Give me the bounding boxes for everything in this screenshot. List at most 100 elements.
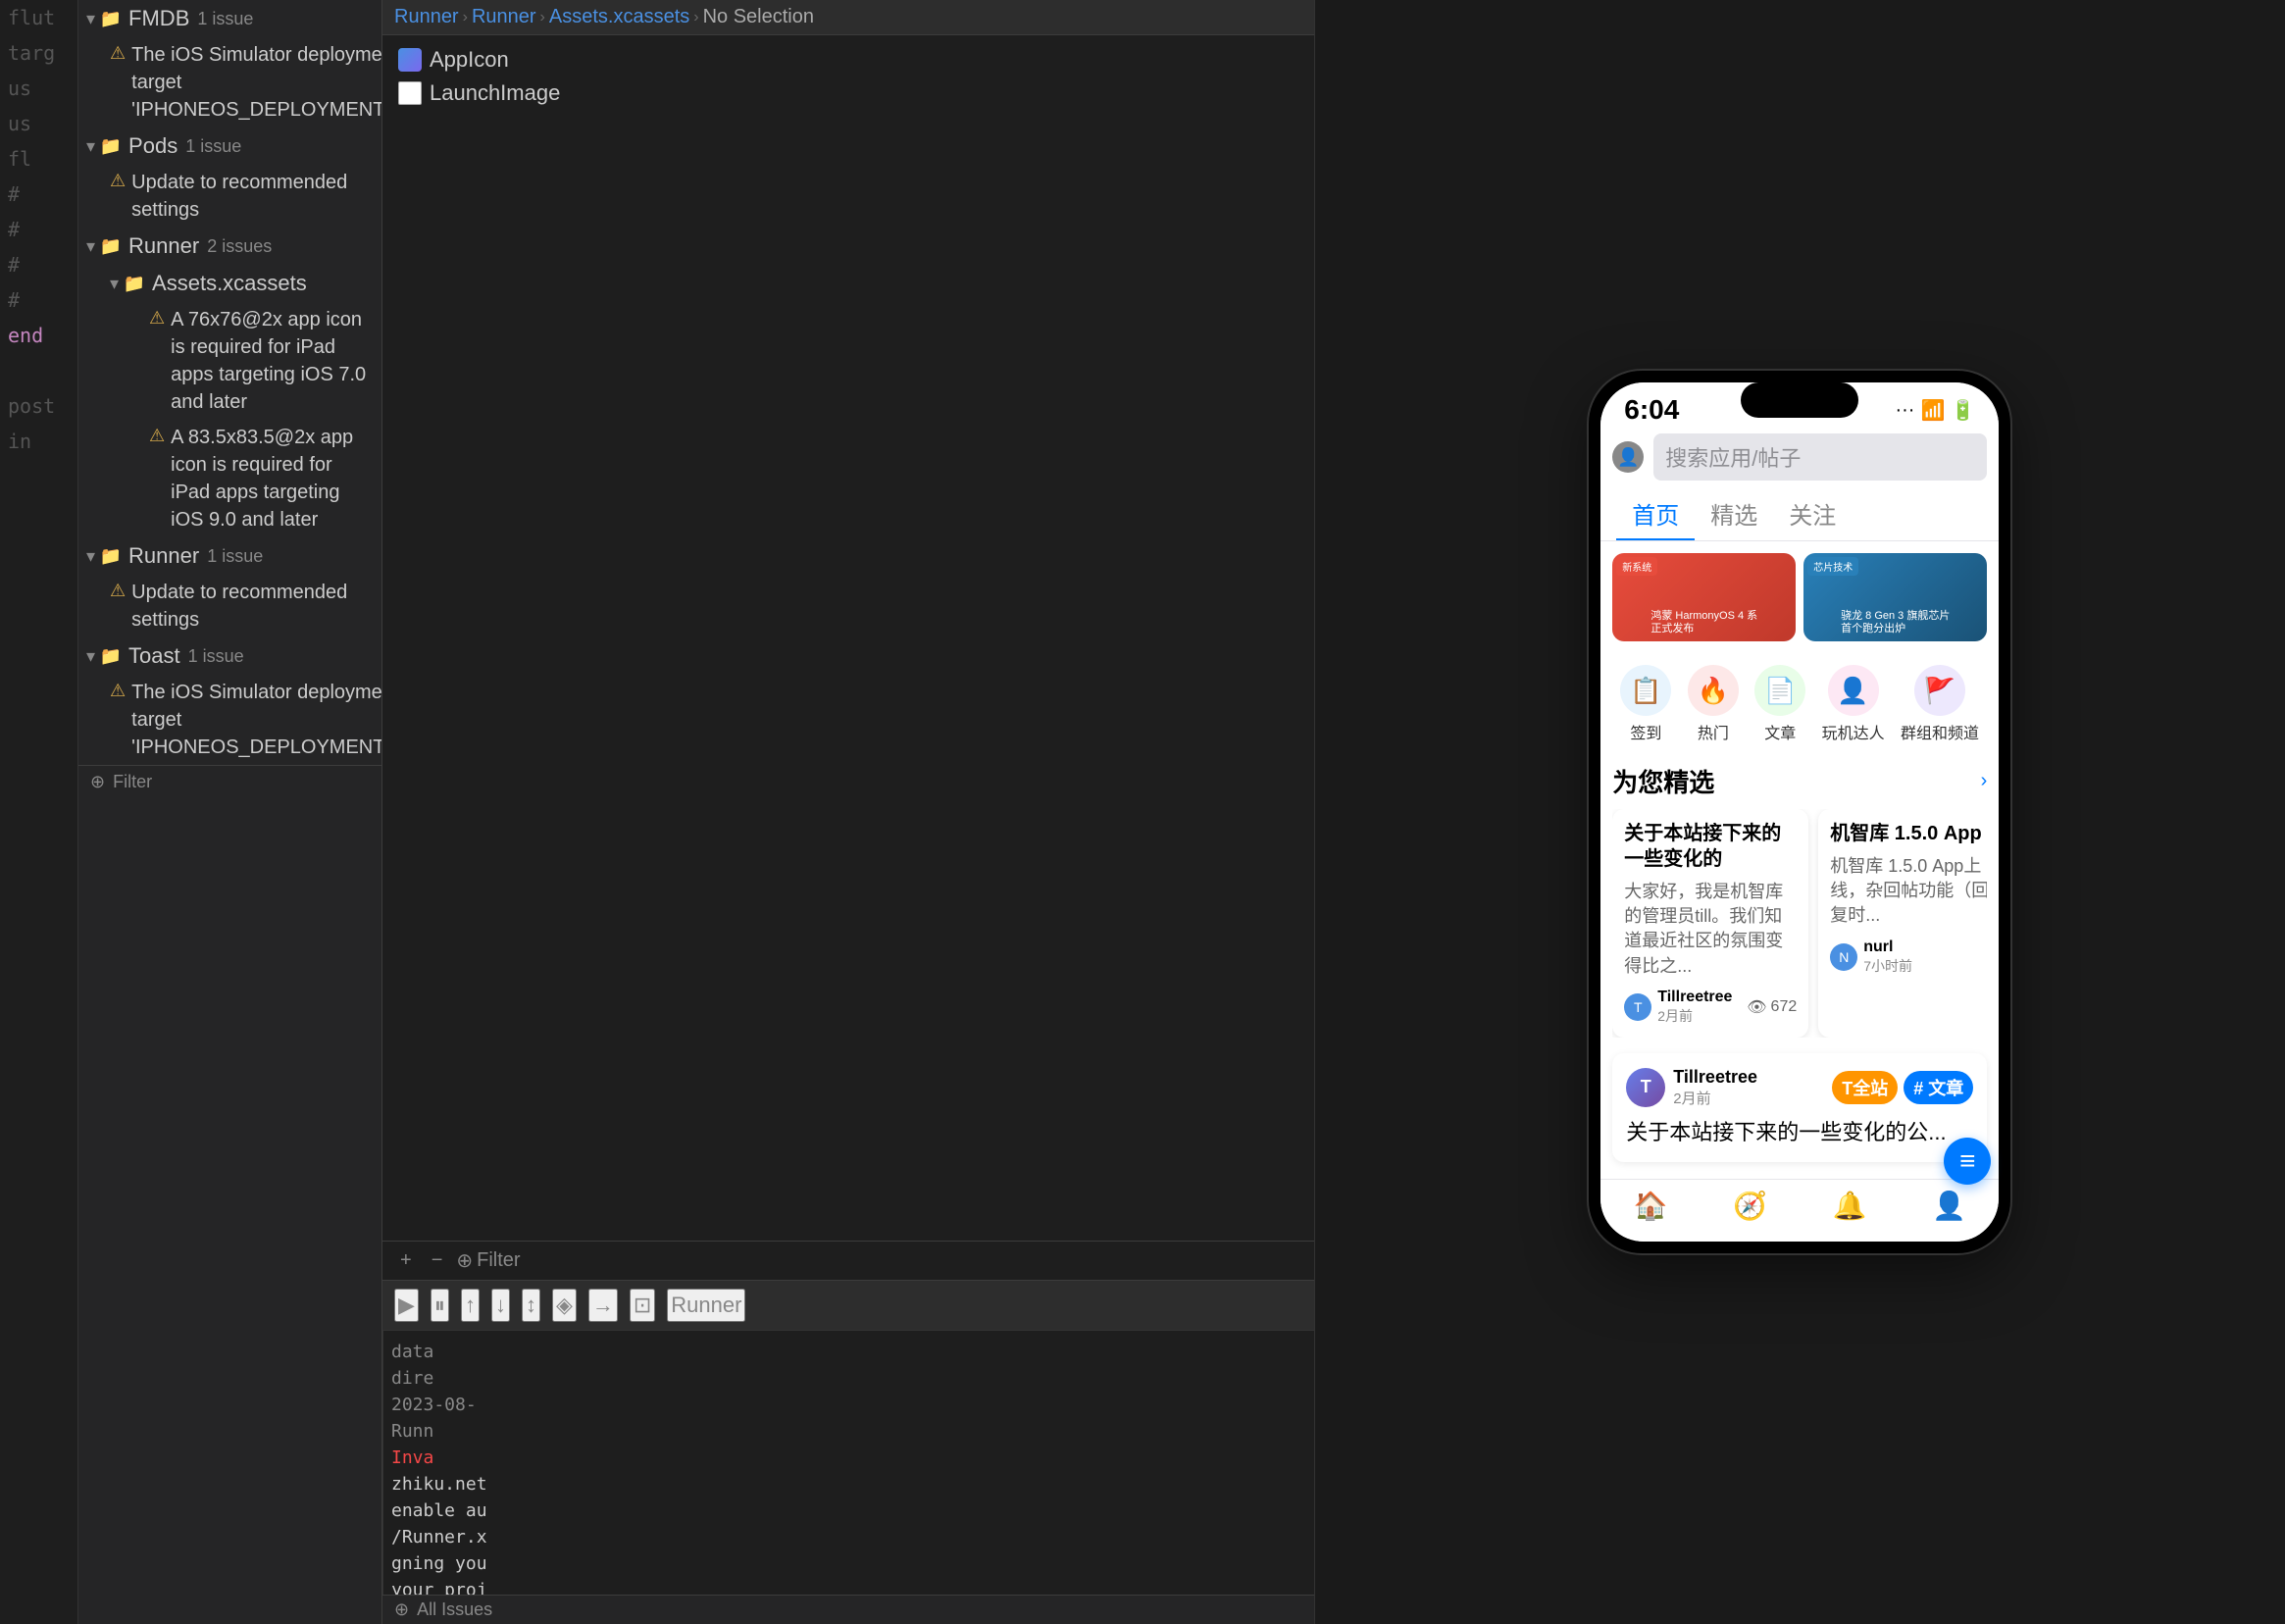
feed-item-0[interactable]: T Tillreetree 2月前 T全站 # 文章 <box>1612 1053 1987 1162</box>
chevron-icon-assets: ▾ <box>110 274 119 294</box>
menu-icon-hot[interactable]: 🔥 热门 <box>1688 665 1739 743</box>
all-issues-label: All Issues <box>417 1599 492 1620</box>
remove-asset-button[interactable]: − <box>426 1247 449 1274</box>
news-card-0[interactable]: 新系统 新系统 鸿蒙 HarmonyOS 4 系正式发布 <box>1612 553 1796 641</box>
issue-group-runner2: ▾ 📁 Runner 2 issues ▾ 📁 Assets.xcassets … <box>78 228 381 537</box>
code-editor-gutter: flut targ us us fl # # # # end post in <box>0 0 78 1624</box>
tag-all-station[interactable]: T全站 <box>1832 1071 1898 1104</box>
grid-button[interactable]: ⊡ <box>630 1289 655 1322</box>
news-card-title-0: 新系统 鸿蒙 HarmonyOS 4 系正式发布 <box>1650 610 1757 635</box>
feed-title-0: 关于本站接下来的一些变化的公... <box>1626 1118 1973 1148</box>
group-name-runner1: Runner <box>128 543 199 569</box>
issue-item-toast-0[interactable]: ⚠ The iOS Simulator deployment target 'I… <box>78 675 381 765</box>
menu-icon-article[interactable]: 📄 文章 <box>1754 665 1805 743</box>
assets-section: Runner › Runner › Assets.xcassets › No S… <box>382 0 1314 1280</box>
console-line-4: Inva <box>391 1445 757 1471</box>
breadcrumb-runner-2[interactable]: Runner <box>472 6 536 28</box>
folder-icon-toast: 📁 <box>101 646 121 666</box>
issue-text-assets-0: A 76x76@2x app icon is required for iPad… <box>171 306 374 416</box>
issue-text-runner1-0: Update to recommended settings <box>131 579 374 634</box>
pause-button[interactable]: ⏸ <box>431 1289 449 1322</box>
feed-author-0: T Tillreetree 2月前 <box>1626 1067 1757 1108</box>
app-scroll-area[interactable]: 新系统 新系统 鸿蒙 HarmonyOS 4 系正式发布 芯片技术 <box>1600 541 1999 1179</box>
menu-icon-group[interactable]: 🚩 群组和频道 <box>1901 665 1979 743</box>
folder-icon-fmdb: 📁 <box>101 9 121 28</box>
up-button[interactable]: ↑ <box>461 1289 480 1322</box>
runner-button[interactable]: Runner <box>667 1289 745 1322</box>
swap-button[interactable]: ↕ <box>522 1289 540 1322</box>
code-line-37: # <box>0 282 77 318</box>
down-button[interactable]: ↓ <box>491 1289 510 1322</box>
warning-icon-pods: ⚠ <box>110 171 126 191</box>
fab-button[interactable]: ≡ <box>1944 1138 1991 1185</box>
view-number-0: 672 <box>1771 998 1798 1016</box>
hot-icon-circle: 🔥 <box>1688 665 1739 716</box>
group-label: 群组和频道 <box>1901 720 1979 743</box>
issue-item-assets-0[interactable]: ⚠ A 76x76@2x app icon is required for iP… <box>94 302 381 420</box>
bottom-toolbar: ▶ ⏸ ↑ ↓ ↕ ◈ → ⊡ Runner <box>382 1280 1314 1330</box>
add-asset-button[interactable]: + <box>394 1247 418 1274</box>
post-card-0[interactable]: 关于本站接下来的一些变化的 大家好，我是机智库的管理员till。我们知道最近社区… <box>1612 809 1808 1038</box>
chevron-icon-runner1: ▾ <box>86 546 95 567</box>
expert-icon-circle: 👤 <box>1828 665 1879 716</box>
user-avatar[interactable]: 👤 <box>1612 441 1644 473</box>
target-button[interactable]: ◈ <box>552 1289 577 1322</box>
section-title-foryou: 为您精选 <box>1612 763 1714 799</box>
sub-group-name-assets: Assets.xcassets <box>152 271 307 296</box>
tab-following[interactable]: 关注 <box>1773 488 1852 540</box>
issue-item-pods-0[interactable]: ⚠ Update to recommended settings <box>78 165 381 228</box>
console-line-2: 2023-08- <box>391 1392 757 1418</box>
asset-item-appicon[interactable]: AppIcon <box>390 43 1306 76</box>
post-author-0: T Tillreetree 2月前 <box>1624 989 1732 1026</box>
breadcrumb-runner-1[interactable]: Runner <box>394 6 459 28</box>
issue-group-header-fmdb[interactable]: ▾ 📁 FMDB 1 issue <box>78 0 381 37</box>
group-name-runner2: Runner <box>128 233 199 259</box>
code-line-30: targ <box>0 35 77 71</box>
tab-featured[interactable]: 精选 <box>1695 488 1773 540</box>
section-more-arrow[interactable]: › <box>1981 770 1988 792</box>
issue-item-runner1-0[interactable]: ⚠ Update to recommended settings <box>78 575 381 637</box>
nav-notifications[interactable]: 🔔 <box>1833 1190 1867 1222</box>
issues-panel: ▾ 📁 FMDB 1 issue ⚠ The iOS Simulator dep… <box>78 0 382 1624</box>
status-time: 6:04 <box>1624 394 1679 426</box>
issue-item-assets-1[interactable]: ⚠ A 83.5x83.5@2x app icon is required fo… <box>94 420 381 537</box>
issue-group-runner1: ▾ 📁 Runner 1 issue ⚠ Update to recommend… <box>78 537 381 637</box>
news-chip-badge: 芯片技术 <box>1807 557 1858 576</box>
breadcrumb-assets[interactable]: Assets.xcassets <box>549 6 689 28</box>
issue-group-pods: ▾ 📁 Pods 1 issue ⚠ Update to recommended… <box>78 127 381 228</box>
code-line-39 <box>0 353 77 388</box>
tab-homepage[interactable]: 首页 <box>1616 488 1695 540</box>
issue-group-header-pods[interactable]: ▾ 📁 Pods 1 issue <box>78 127 381 165</box>
post-cards[interactable]: 关于本站接下来的一些变化的 大家好，我是机智库的管理员till。我们知道最近社区… <box>1612 809 1987 1038</box>
menu-icon-checkin[interactable]: 📋 签到 <box>1620 665 1671 743</box>
issue-group-header-toast[interactable]: ▾ 📁 Toast 1 issue <box>78 637 381 675</box>
post-card-content-1: 机智库 1.5.0 App上线，杂回帖功能（回复时... <box>1830 854 1987 929</box>
filter-button[interactable]: ⊕ Filter <box>456 1248 520 1273</box>
post-card-1[interactable]: 机智库 1.5.0 App 机智库 1.5.0 App上线，杂回帖功能（回复时.… <box>1818 809 1987 1038</box>
search-placeholder: 搜索应用/帖子 <box>1665 446 1801 471</box>
code-line-40: post <box>0 388 77 424</box>
checkin-label: 签到 <box>1630 720 1661 743</box>
badge-pods: 1 issue <box>185 136 241 157</box>
code-line-31: us <box>0 71 77 106</box>
news-brand-badge: 新系统 <box>1616 557 1657 576</box>
search-bar[interactable]: 搜索应用/帖子 <box>1653 433 1987 481</box>
issue-group-header-runner1[interactable]: ▾ 📁 Runner 1 issue <box>78 537 381 575</box>
menu-icon-expert[interactable]: 👤 玩机达人 <box>1822 665 1885 743</box>
filter-label: Filter <box>113 772 152 792</box>
issue-item-fmdb-0[interactable]: ⚠ The iOS Simulator deployment target 'I… <box>78 37 381 127</box>
asset-item-launchimage[interactable]: LaunchImage <box>390 76 1306 110</box>
arrow-button[interactable]: → <box>588 1289 618 1322</box>
nav-profile[interactable]: 👤 <box>1932 1190 1966 1222</box>
play-button[interactable]: ▶ <box>394 1289 419 1322</box>
sub-group-header-assets[interactable]: ▾ 📁 Assets.xcassets <box>94 265 381 302</box>
issue-group-header-runner2[interactable]: ▾ 📁 Runner 2 issues <box>78 228 381 265</box>
home-icon: 🏠 <box>1634 1190 1668 1222</box>
nav-home[interactable]: 🏠 <box>1634 1190 1668 1222</box>
hot-label: 热门 <box>1698 720 1729 743</box>
tag-article[interactable]: # 文章 <box>1904 1071 1973 1104</box>
news-card-1[interactable]: 芯片技术 骁龙 8 Gen 3 旗舰芯片首个跑分出炉 <box>1803 553 1987 641</box>
assets-toolbar: + − ⊕ Filter <box>382 1241 1314 1280</box>
sub-group-assets: ▾ 📁 Assets.xcassets ⚠ A 76x76@2x app ico… <box>78 265 381 537</box>
nav-compass[interactable]: 🧭 <box>1733 1190 1767 1222</box>
